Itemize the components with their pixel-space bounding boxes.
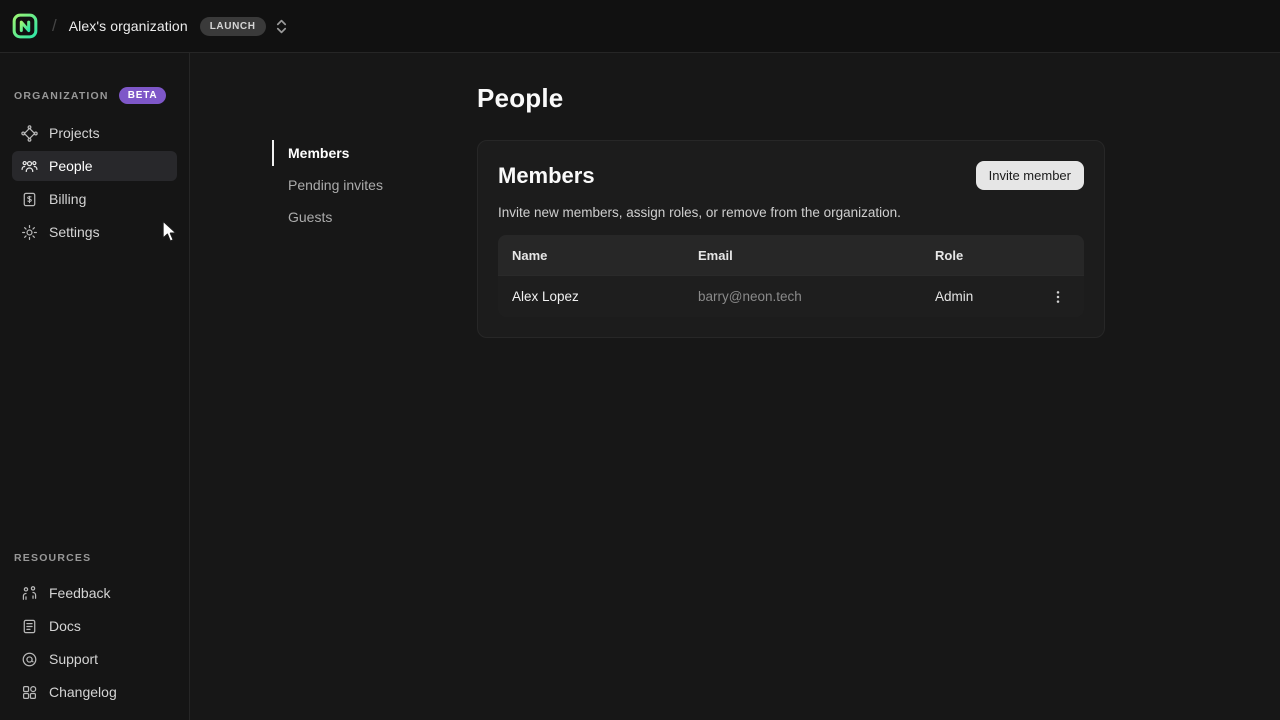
- sidebar-item-label: Docs: [49, 618, 81, 634]
- tab-guests[interactable]: Guests: [272, 204, 477, 230]
- row-actions-button[interactable]: [1044, 283, 1072, 311]
- people-subnav: Members Pending invites Guests: [272, 140, 477, 338]
- resources-section-header: RESOURCES: [12, 552, 177, 578]
- sidebar-item-label: Changelog: [49, 684, 117, 700]
- docs-icon: [20, 617, 39, 636]
- feedback-icon: [20, 584, 39, 603]
- sidebar-item-label: Projects: [49, 125, 100, 141]
- org-section-label: ORGANIZATION: [14, 90, 109, 102]
- settings-icon: [20, 223, 39, 242]
- sidebar-item-settings[interactable]: Settings: [12, 217, 177, 247]
- sidebar-item-support[interactable]: Support: [12, 644, 177, 674]
- beta-badge: BETA: [119, 87, 167, 104]
- sidebar: ORGANIZATION BETA Projects: [0, 53, 190, 720]
- sidebar-item-projects[interactable]: Projects: [12, 118, 177, 148]
- changelog-icon: [20, 683, 39, 702]
- resources-section-label: RESOURCES: [14, 552, 91, 564]
- members-card: Members Invite member Invite new members…: [477, 140, 1105, 338]
- column-header-email: Email: [684, 248, 921, 263]
- org-section-header: ORGANIZATION BETA: [12, 87, 177, 118]
- sidebar-item-label: People: [49, 158, 93, 174]
- member-email: barry@neon.tech: [684, 289, 921, 304]
- sidebar-item-label: Feedback: [49, 585, 110, 601]
- sidebar-item-feedback[interactable]: Feedback: [12, 578, 177, 608]
- people-icon: [20, 157, 39, 176]
- table-row: Alex Lopez barry@neon.tech Admin: [498, 275, 1084, 317]
- member-role: Admin: [921, 289, 1044, 304]
- topbar: / Alex's organization LAUNCH: [0, 0, 1280, 53]
- column-header-role: Role: [921, 248, 1044, 263]
- column-header-name: Name: [498, 248, 684, 263]
- chevron-up-down-icon: [275, 18, 288, 35]
- page-title: People: [477, 83, 1280, 114]
- main-content: People Members Pending invites Guests Me…: [190, 53, 1280, 720]
- members-table: Name Email Role Alex Lopez barry@neon.te…: [498, 235, 1084, 317]
- org-switcher-button[interactable]: [273, 16, 290, 37]
- sidebar-item-label: Support: [49, 651, 98, 667]
- kebab-menu-icon: [1051, 290, 1065, 304]
- sidebar-item-people[interactable]: People: [12, 151, 177, 181]
- table-header-row: Name Email Role: [498, 235, 1084, 275]
- org-name[interactable]: Alex's organization: [69, 18, 188, 34]
- sidebar-item-label: Billing: [49, 191, 86, 207]
- projects-icon: [20, 124, 39, 143]
- sidebar-item-docs[interactable]: Docs: [12, 611, 177, 641]
- member-name: Alex Lopez: [498, 289, 684, 304]
- neon-logo-icon: [12, 13, 38, 39]
- billing-icon: [20, 190, 39, 209]
- sidebar-item-changelog[interactable]: Changelog: [12, 677, 177, 707]
- sidebar-spacer: [12, 250, 177, 552]
- members-card-description: Invite new members, assign roles, or rem…: [498, 205, 1084, 220]
- support-icon: [20, 650, 39, 669]
- resources-section: RESOURCES Feedback: [12, 552, 177, 714]
- sidebar-item-label: Settings: [49, 224, 100, 240]
- plan-badge: LAUNCH: [200, 17, 266, 36]
- invite-member-button[interactable]: Invite member: [976, 161, 1084, 190]
- neon-logo[interactable]: [12, 13, 38, 39]
- sidebar-item-billing[interactable]: Billing: [12, 184, 177, 214]
- members-card-title: Members: [498, 163, 595, 189]
- breadcrumb-separator: /: [52, 16, 57, 36]
- tab-pending-invites[interactable]: Pending invites: [272, 172, 477, 198]
- tab-members[interactable]: Members: [272, 140, 477, 166]
